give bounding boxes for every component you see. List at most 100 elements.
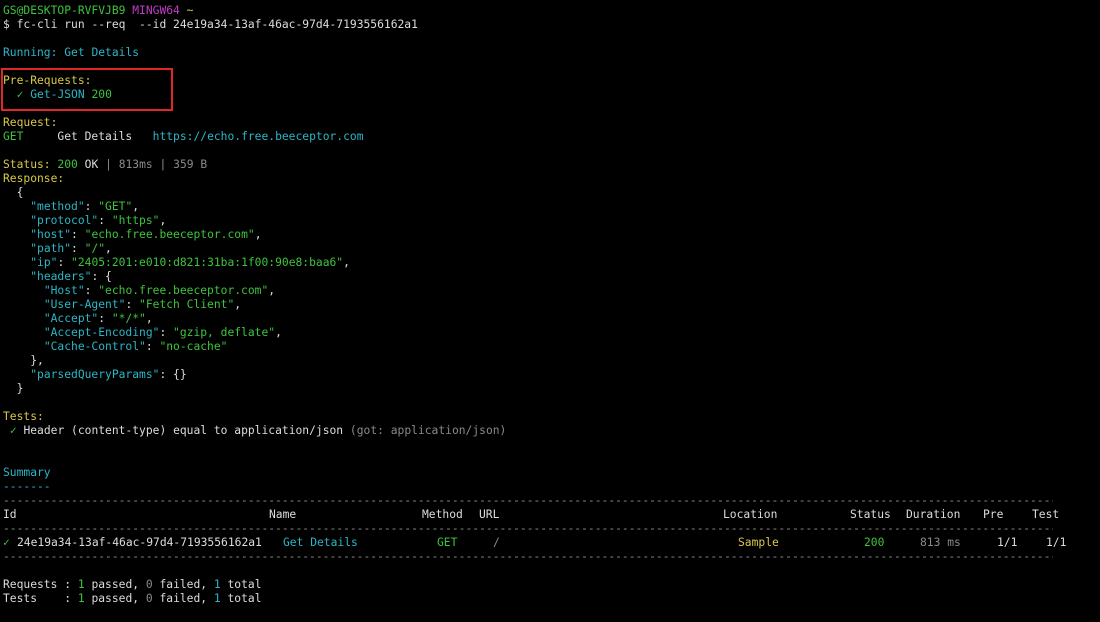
col-status: Status — [850, 508, 891, 521]
json-punct: }, — [30, 354, 44, 367]
json-key: "headers" — [30, 270, 92, 283]
check-icon: ✓ — [16, 88, 24, 101]
check-icon: ✓ — [9, 424, 17, 437]
status-text: OK — [84, 158, 99, 171]
response-line: "Cache-Control": "no-cache" — [3, 340, 228, 354]
row-id: 24e19a34-13af-46ac-97d4-7193556162a1 — [17, 536, 262, 549]
col-method: Method — [422, 508, 463, 521]
json-punct: : {} — [159, 368, 187, 381]
row-method: GET — [437, 536, 458, 549]
status-line: Status: 200 OK | 813ms | 359 B — [3, 158, 207, 172]
table-rule-mid: ----------------------------------------… — [3, 522, 1053, 535]
json-punct: , — [254, 228, 262, 241]
json-value: "*/*" — [111, 312, 146, 325]
table-rule-top: ----------------------------------------… — [3, 494, 1053, 507]
response-line: "parsedQueryParams": {} — [3, 368, 187, 382]
totals-label: Tests — [3, 592, 58, 605]
json-punct: : — [71, 228, 85, 241]
json-punct: : — [145, 340, 160, 353]
json-key: "Accept" — [43, 312, 99, 325]
request-line: GET Get Details https://echo.free.beecep… — [3, 130, 364, 144]
row-name: Get Details — [283, 536, 358, 549]
json-punct: { — [16, 186, 24, 199]
json-punct: : — [84, 200, 99, 213]
row-status: 200 — [864, 536, 885, 549]
prompt-cwd: ~ — [186, 4, 194, 17]
status-sep-1: | — [105, 158, 112, 171]
check-icon: ✓ — [3, 536, 10, 549]
status-size: 359 B — [173, 158, 208, 171]
totals-passed: 1 — [77, 578, 85, 591]
json-key: "path" — [30, 242, 72, 255]
running-name: Get Details — [64, 46, 140, 59]
json-punct: : — [57, 256, 72, 269]
response-line: "Host": "echo.free.beeceptor.com", — [3, 284, 275, 298]
json-punct: : { — [91, 270, 112, 283]
prompt-line: GS@DESKTOP-RVFVJB9 MINGW64 ~ — [3, 4, 193, 18]
pre-requests-header: Pre-Requests: — [3, 74, 92, 87]
terminal-window: GS@DESKTOP-RVFVJB9 MINGW64 ~ $ fc-cli ru… — [0, 0, 1100, 622]
request-url[interactable]: https://echo.free.beeceptor.com — [153, 130, 364, 143]
json-key: "host" — [30, 228, 72, 241]
json-value: "Fetch Client" — [139, 298, 235, 311]
json-punct: , — [275, 326, 282, 339]
json-punct: , — [145, 312, 153, 325]
response-line: "Accept-Encoding": "gzip, deflate", — [3, 326, 282, 340]
col-duration: Duration — [906, 508, 961, 521]
tests-header: Tests: — [3, 410, 44, 423]
command-text[interactable]: fc-cli run --req --id 24e19a34-13af-46ac… — [17, 18, 418, 31]
request-header: Request: — [3, 116, 58, 129]
test-item: ✓ Header (content-type) equal to applica… — [3, 424, 507, 438]
pre-request-name: Get-JSON — [30, 88, 85, 101]
json-punct: : — [159, 326, 174, 339]
status-sep-2: | — [159, 158, 167, 171]
row-test: 1/1 — [1046, 536, 1067, 549]
response-line: }, — [3, 354, 44, 368]
command-line[interactable]: $ fc-cli run --req --id 24e19a34-13af-46… — [3, 18, 418, 32]
json-punct: , — [234, 298, 242, 311]
totals-total: 1 — [213, 592, 221, 605]
totals-total: 1 — [213, 578, 221, 591]
col-id: Id — [3, 508, 17, 521]
response-line: "method": "GET", — [3, 200, 139, 214]
json-punct: : — [98, 312, 112, 325]
response-header: Response: — [3, 172, 65, 185]
running-line: Running: Get Details — [3, 46, 139, 60]
json-key: "ip" — [30, 256, 58, 269]
json-punct: } — [16, 382, 24, 395]
json-punct: , — [268, 284, 276, 297]
response-line: "headers": { — [3, 270, 112, 284]
totals-label: Requests — [3, 578, 58, 591]
json-value: "echo.free.beeceptor.com" — [98, 284, 269, 297]
json-punct: : — [84, 284, 99, 297]
col-test: Test — [1032, 508, 1060, 521]
test-text: Header (content-type) equal to applicati… — [23, 424, 344, 437]
row-location: Sample — [738, 536, 779, 549]
request-method: GET — [3, 130, 24, 143]
prompt-symbol: $ — [3, 18, 10, 31]
summary-title: Summary — [3, 466, 51, 479]
json-key: "method" — [30, 200, 85, 213]
response-line: } — [3, 382, 24, 396]
running-label: Running: — [3, 46, 58, 59]
response-line: "path": "/", — [3, 242, 112, 256]
status-time: 813ms — [118, 158, 153, 171]
totals-requests: Requests : 1 passed, 0 failed, 1 total — [3, 578, 262, 591]
json-value: "echo.free.beeceptor.com" — [84, 228, 255, 241]
request-name: Get Details — [57, 130, 133, 143]
totals-tests: Tests : 1 passed, 0 failed, 1 total — [3, 592, 262, 605]
col-name: Name — [269, 508, 297, 521]
totals-failed: 0 — [145, 592, 153, 605]
json-key: "User-Agent" — [43, 298, 126, 311]
row-duration: 813 ms — [920, 536, 961, 549]
json-value: "https" — [111, 214, 160, 227]
row-url: / — [493, 536, 500, 549]
json-key: "Cache-Control" — [43, 340, 146, 353]
totals-failed: 0 — [145, 578, 153, 591]
response-line: "User-Agent": "Fetch Client", — [3, 298, 241, 312]
status-code: 200 — [57, 158, 78, 171]
json-punct: : — [71, 242, 85, 255]
json-key: "protocol" — [30, 214, 99, 227]
col-url: URL — [479, 508, 500, 521]
json-value: "no-cache" — [159, 340, 228, 353]
